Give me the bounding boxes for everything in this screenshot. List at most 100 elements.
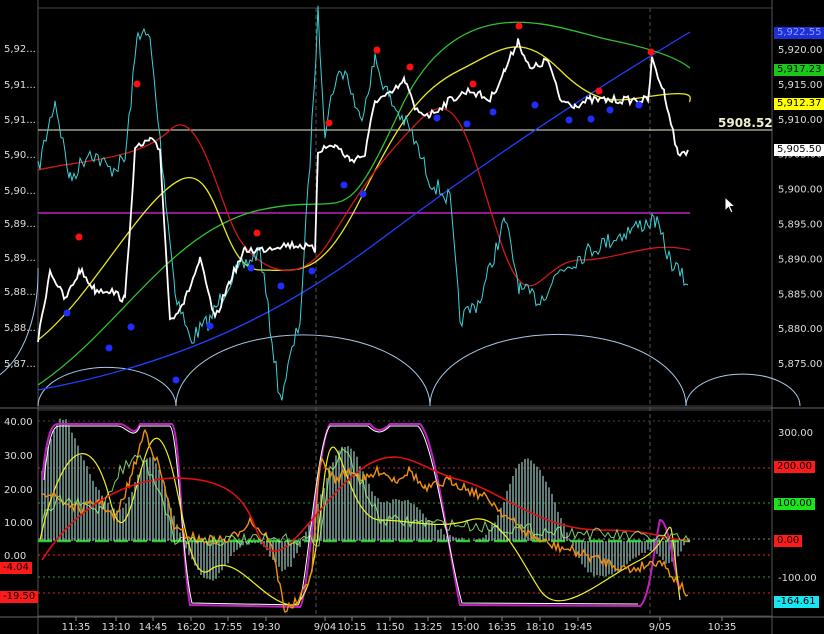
x-tick-label: 9/05 bbox=[649, 622, 671, 633]
upper-y-tick-right: 5,885.00 bbox=[778, 289, 823, 300]
x-tick-label: 17:55 bbox=[214, 622, 243, 633]
upper-y-axis: 5,92... 5,91... 5,91... 5,90... 5,90... 5,89.… bbox=[4, 44, 823, 370]
upper-y-tick-left: 5,91... bbox=[4, 80, 36, 91]
lower-y-tick-left: 10.00 bbox=[4, 518, 33, 529]
lower-y-tick-left: 30.00 bbox=[4, 451, 33, 462]
blue-pivot-dot bbox=[565, 116, 573, 124]
blue-pivot-dot bbox=[433, 114, 441, 122]
red-pivot-dot bbox=[253, 229, 261, 237]
price-point bbox=[75, 310, 76, 311]
x-tick-label: 13:10 bbox=[102, 622, 131, 633]
upper-y-tick-right: 5,900.00 bbox=[778, 185, 823, 196]
upper-y-tick-left: 5,89... bbox=[4, 219, 36, 230]
x-tick-label: 19:30 bbox=[252, 622, 281, 633]
blue-pivot-dot bbox=[308, 267, 316, 275]
upper-y-tick-left: 5,87... bbox=[4, 359, 36, 370]
lower-y-tick-right: 300.00 bbox=[778, 428, 813, 439]
blue-pivot-dot bbox=[587, 115, 595, 123]
upper-value-tag: 5,917.23 bbox=[774, 64, 824, 76]
upper-y-tick-left: 5,89... bbox=[4, 253, 36, 264]
upper-y-tick-right: 5,880.00 bbox=[778, 324, 823, 335]
blue-pivot-dot bbox=[206, 322, 214, 330]
lower-y-tick-left: 0.00 bbox=[4, 551, 26, 562]
blue-pivot-dot bbox=[172, 376, 180, 384]
lower-y-axis: 40.00 30.00 20.00 10.00 0.00 300.00 -100.00 bbox=[4, 417, 817, 584]
x-tick-label: 14:45 bbox=[139, 622, 168, 633]
cycle-arcs bbox=[0, 267, 801, 407]
upper-y-tick-right: 5,915.00 bbox=[778, 80, 823, 91]
red-pivot-dot bbox=[469, 80, 477, 88]
upper-y-tick-right: 5,920.00 bbox=[778, 45, 823, 56]
lower-right-value-tag: 100.00 bbox=[774, 498, 815, 510]
x-tick-label: 10:15 bbox=[338, 622, 367, 633]
price-point bbox=[591, 96, 592, 97]
mouse-cursor-icon bbox=[724, 196, 737, 214]
cycle-arc bbox=[685, 373, 801, 407]
blue-pivot-dot bbox=[463, 120, 471, 128]
price-point bbox=[333, 155, 334, 156]
lower-y-tick-right: -100.00 bbox=[778, 573, 817, 584]
time-axis: 11:35 13:10 14:45 16:20 17:55 19:30 9/04 10:15 1… bbox=[62, 617, 737, 633]
blue-pivot-dot bbox=[359, 190, 367, 198]
x-tick-label: 13:25 bbox=[414, 622, 443, 633]
blue-pivot-dot bbox=[531, 101, 539, 109]
horizontal-lines bbox=[38, 129, 772, 214]
upper-y-tick-left: 5,92... bbox=[4, 44, 36, 55]
blue-pivot-dot bbox=[63, 309, 71, 317]
upper-y-tick-right: 5,910.00 bbox=[778, 115, 823, 126]
price-point bbox=[118, 339, 119, 340]
upper-y-tick-right: 5,890.00 bbox=[778, 254, 823, 265]
price-point bbox=[505, 88, 506, 89]
price-point bbox=[290, 258, 291, 259]
x-tick-label: 19:45 bbox=[564, 622, 593, 633]
blue-pivot-dot bbox=[247, 264, 255, 272]
cycle-arc bbox=[37, 366, 177, 407]
x-tick-label: 10:35 bbox=[708, 622, 737, 633]
price-series bbox=[37, 5, 691, 401]
red-pivot-dot bbox=[647, 48, 655, 56]
price-point bbox=[376, 103, 377, 104]
blue-pivot-dot bbox=[127, 323, 135, 331]
blue-pivot-dot bbox=[606, 106, 614, 114]
lower-y-tick-left: 40.00 bbox=[4, 417, 33, 428]
price-point bbox=[247, 273, 248, 274]
lower-right-value-tag: 0.00 bbox=[774, 535, 803, 547]
lower-left-value-tag: -4.04 bbox=[0, 562, 32, 574]
price-point bbox=[462, 103, 463, 104]
price-point bbox=[548, 30, 549, 31]
red-pivot-dot bbox=[133, 80, 141, 88]
cycle-arc bbox=[429, 333, 687, 407]
upper-value-tag: 5,905.50 bbox=[774, 144, 824, 156]
blue-pivot-dot bbox=[105, 344, 113, 352]
lower-right-value-tag: 200.00 bbox=[774, 461, 815, 473]
x-tick-label: 11:35 bbox=[62, 622, 91, 633]
trading-chart[interactable]: 5,92... 5,91... 5,91... 5,90... 5,90... 5,89.… bbox=[0, 0, 824, 634]
price-point bbox=[204, 324, 205, 325]
price-line-label: 5908.52 bbox=[718, 116, 773, 130]
cycle-arc bbox=[175, 334, 431, 407]
x-tick-label: 18:10 bbox=[526, 622, 555, 633]
red-pivot-dot bbox=[75, 233, 83, 241]
upper-y-tick-left: 5,91... bbox=[4, 115, 36, 126]
x-tick-label: 11:50 bbox=[376, 622, 405, 633]
red-pivot-dot bbox=[325, 119, 333, 127]
price-point bbox=[419, 103, 420, 104]
upper-y-tick-left: 5,88... bbox=[4, 287, 36, 298]
blue-pivot-dot bbox=[277, 282, 285, 290]
orange-oscillator bbox=[41, 428, 689, 613]
x-tick-label: 16:35 bbox=[488, 622, 517, 633]
green-moving-average bbox=[37, 21, 691, 386]
red-pivot-dot bbox=[595, 87, 603, 95]
x-tick-label: 15:00 bbox=[451, 622, 480, 633]
blue-pivot-dot bbox=[340, 181, 348, 189]
x-tick-label: 9/04 bbox=[314, 622, 336, 633]
lower-left-value-tag: -19.50 bbox=[0, 591, 39, 603]
lower-y-tick-left: 20.00 bbox=[4, 485, 33, 496]
upper-y-tick-right: 5,895.00 bbox=[778, 220, 823, 231]
blue-pivot-dot bbox=[635, 101, 643, 109]
lower-right-value-tag: -164.61 bbox=[774, 596, 819, 608]
oscillator-histogram bbox=[41, 418, 688, 581]
blue-pivot-dot bbox=[489, 108, 497, 116]
red-pivot-dot bbox=[373, 46, 381, 54]
upper-y-tick-left: 5,90... bbox=[4, 186, 36, 197]
